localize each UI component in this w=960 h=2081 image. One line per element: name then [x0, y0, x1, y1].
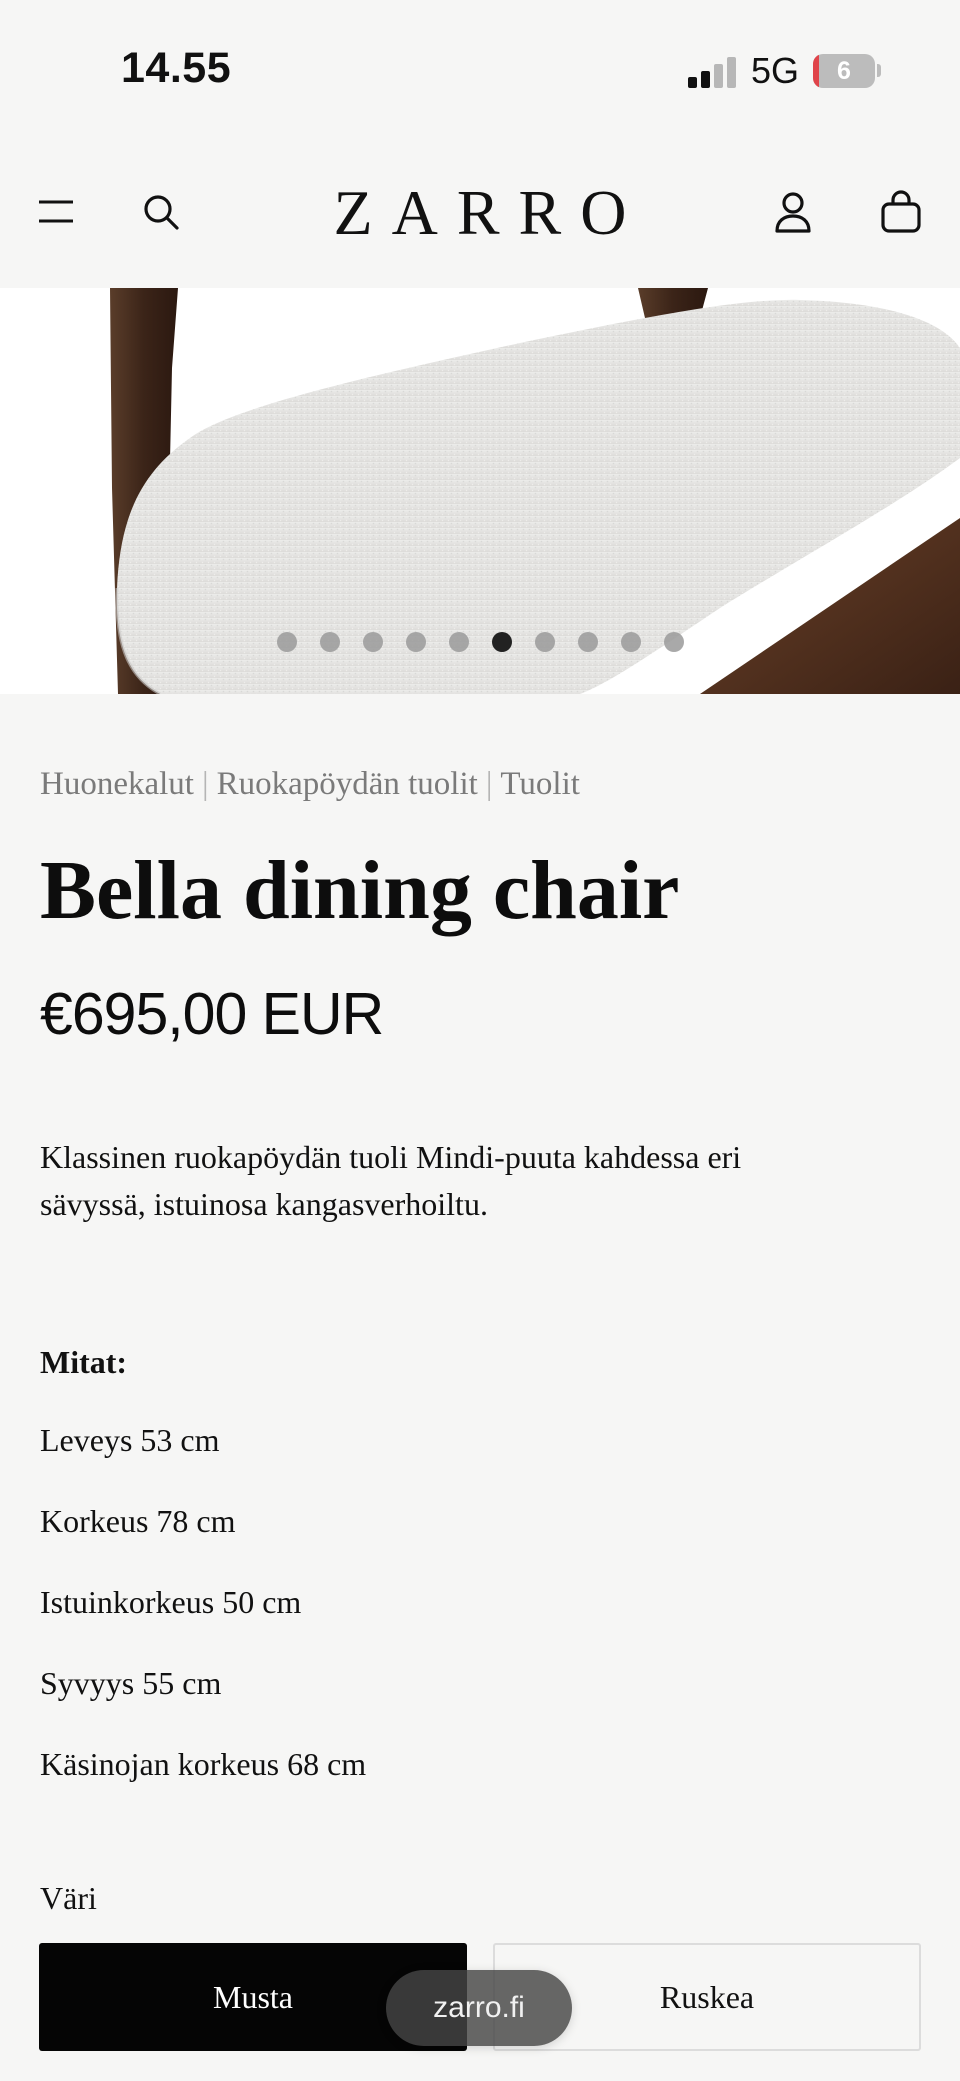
product-price: €695,00 EUR: [40, 981, 384, 1047]
battery-tip: [877, 64, 881, 77]
account-icon: [775, 192, 811, 233]
status-bar: 14.55 5G 6: [0, 0, 960, 140]
breadcrumb: Huonekalut | Ruokapöydän tuolit | Tuolit: [40, 766, 580, 803]
carousel-dot[interactable]: [276, 632, 297, 652]
cart-button[interactable]: [869, 180, 933, 244]
product-description: Klassinen ruokapöydän tuoli Mindi-puuta …: [40, 1139, 742, 1222]
color-label: Väri: [40, 1880, 97, 1916]
carousel-dot[interactable]: [405, 632, 426, 652]
cellular-signal-icon: [688, 56, 738, 88]
breadcrumb-separator: |: [201, 766, 209, 802]
site-header: ZARRO: [0, 140, 960, 288]
battery-icon: 6: [813, 54, 875, 88]
dimension-item: Istuinkorkeus 50 cm: [40, 1584, 302, 1620]
product-image-gallery[interactable]: [0, 288, 960, 694]
carousel-dot[interactable]: [577, 632, 598, 652]
carousel-dot-active[interactable]: [491, 632, 512, 652]
carousel-dot[interactable]: [620, 632, 641, 652]
breadcrumb-link[interactable]: Ruokapöydän tuolit: [217, 766, 478, 802]
breadcrumb-separator: |: [485, 766, 493, 802]
account-button[interactable]: [761, 180, 825, 244]
battery-level: 6: [837, 57, 851, 85]
carousel-indicators: [0, 632, 960, 652]
carousel-dot[interactable]: [362, 632, 383, 652]
dimension-item: Korkeus 78 cm: [40, 1503, 236, 1539]
carousel-dot[interactable]: [663, 632, 684, 652]
product-title: Bella dining chair: [40, 844, 680, 937]
color-option-label: Musta: [213, 1978, 293, 2015]
bag-icon: [881, 190, 921, 233]
status-time: 14.55: [121, 44, 232, 92]
carousel-dot[interactable]: [534, 632, 555, 652]
dimension-item: Käsinojan korkeus 68 cm: [40, 1746, 367, 1782]
dimension-item: Leveys 53 cm: [40, 1422, 220, 1458]
breadcrumb-link[interactable]: Tuolit: [500, 766, 580, 802]
dimensions-heading: Mitat:: [40, 1344, 128, 1380]
dimension-item: Syvyys 55 cm: [40, 1665, 222, 1701]
carousel-dot[interactable]: [448, 632, 469, 652]
browser-url-bar[interactable]: zarro.fi: [386, 1970, 572, 2046]
dimensions-list: Leveys 53 cm Korkeus 78 cm Istuinkorkeus…: [40, 1422, 366, 1827]
breadcrumb-link[interactable]: Huonekalut: [40, 766, 194, 802]
carousel-dot[interactable]: [319, 632, 340, 652]
color-option-label: Ruskea: [659, 1978, 755, 2015]
network-type: 5G: [751, 50, 800, 91]
